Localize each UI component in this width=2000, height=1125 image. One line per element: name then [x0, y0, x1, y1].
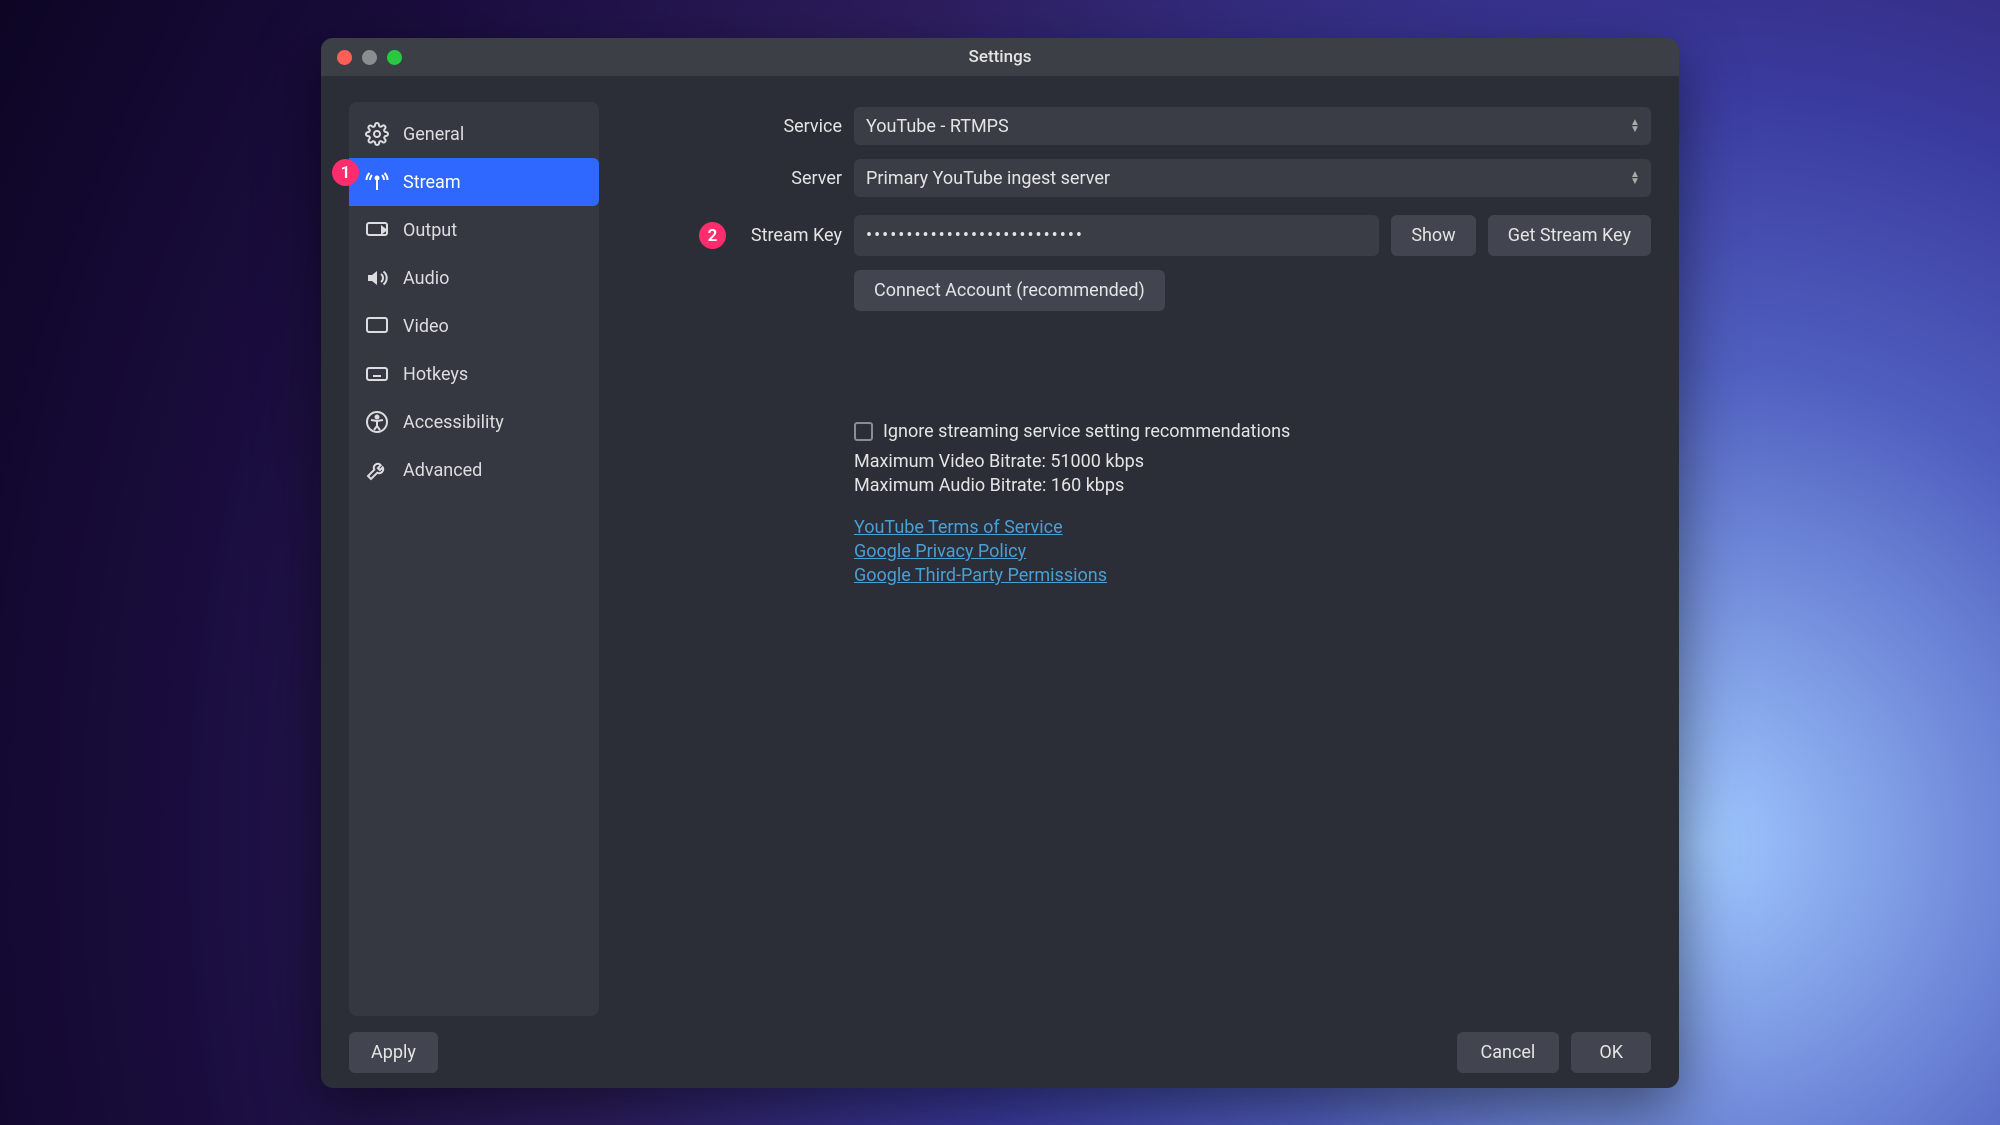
- maximize-icon[interactable]: [387, 50, 402, 65]
- ignore-recommendations-checkbox[interactable]: [854, 422, 873, 441]
- chevron-updown-icon: ▲▼: [1627, 119, 1643, 133]
- google-thirdparty-link[interactable]: Google Third-Party Permissions: [854, 564, 1651, 588]
- broadcast-icon: [365, 170, 389, 194]
- gear-icon: [365, 122, 389, 146]
- stream-key-label: Stream Key: [619, 225, 854, 246]
- server-select[interactable]: Primary YouTube ingest server ▲▼: [854, 159, 1651, 197]
- tools-icon: [365, 458, 389, 482]
- sidebar-item-label: General: [403, 124, 464, 145]
- sidebar-item-video[interactable]: Video: [349, 302, 599, 350]
- sidebar: 1 General Stream Output Audio: [349, 102, 599, 1016]
- volume-icon: [365, 266, 389, 290]
- close-icon[interactable]: [337, 50, 352, 65]
- sidebar-item-label: Stream: [403, 172, 461, 193]
- keyboard-icon: [365, 362, 389, 386]
- connect-account-button[interactable]: Connect Account (recommended): [854, 270, 1165, 311]
- sidebar-item-accessibility[interactable]: Accessibility: [349, 398, 599, 446]
- sidebar-item-label: Accessibility: [403, 412, 504, 433]
- service-value: YouTube - RTMPS: [866, 116, 1009, 137]
- youtube-tos-link[interactable]: YouTube Terms of Service: [854, 516, 1651, 540]
- sidebar-item-label: Output: [403, 220, 457, 241]
- service-select[interactable]: YouTube - RTMPS ▲▼: [854, 107, 1651, 145]
- window-title: Settings: [321, 47, 1679, 67]
- ignore-recommendations-label: Ignore streaming service setting recomme…: [883, 421, 1290, 442]
- cancel-button[interactable]: Cancel: [1457, 1032, 1560, 1073]
- max-audio-bitrate: Maximum Audio Bitrate: 160 kbps: [854, 474, 1651, 498]
- ok-button[interactable]: OK: [1571, 1032, 1651, 1073]
- sidebar-item-audio[interactable]: Audio: [349, 254, 599, 302]
- output-icon: [365, 218, 389, 242]
- settings-content: 2 Service YouTube - RTMPS ▲▼ Server Prim…: [619, 102, 1651, 1016]
- monitor-icon: [365, 314, 389, 338]
- sidebar-item-general[interactable]: General: [349, 110, 599, 158]
- apply-button[interactable]: Apply: [349, 1032, 438, 1073]
- show-button[interactable]: Show: [1391, 215, 1475, 256]
- server-value: Primary YouTube ingest server: [866, 168, 1110, 189]
- sidebar-item-stream[interactable]: Stream: [349, 158, 599, 206]
- server-label: Server: [619, 168, 854, 189]
- annotation-badge-1: 1: [332, 159, 359, 186]
- sidebar-item-label: Audio: [403, 268, 449, 289]
- minimize-icon[interactable]: [362, 50, 377, 65]
- sidebar-item-label: Hotkeys: [403, 364, 468, 385]
- dialog-footer: Apply Cancel OK: [321, 1016, 1679, 1088]
- google-privacy-link[interactable]: Google Privacy Policy: [854, 540, 1651, 564]
- chevron-updown-icon: ▲▼: [1627, 171, 1643, 185]
- get-stream-key-button[interactable]: Get Stream Key: [1488, 215, 1651, 256]
- service-label: Service: [619, 116, 854, 137]
- sidebar-item-output[interactable]: Output: [349, 206, 599, 254]
- sidebar-item-hotkeys[interactable]: Hotkeys: [349, 350, 599, 398]
- sidebar-item-label: Advanced: [403, 460, 482, 481]
- sidebar-item-advanced[interactable]: Advanced: [349, 446, 599, 494]
- settings-window: Settings 1 General Stream Output: [321, 38, 1679, 1088]
- titlebar: Settings: [321, 38, 1679, 76]
- max-video-bitrate: Maximum Video Bitrate: 51000 kbps: [854, 450, 1651, 474]
- annotation-badge-2: 2: [699, 222, 726, 249]
- accessibility-icon: [365, 410, 389, 434]
- sidebar-item-label: Video: [403, 316, 449, 337]
- stream-key-input[interactable]: •••••••••••••••••••••••••••: [854, 215, 1379, 256]
